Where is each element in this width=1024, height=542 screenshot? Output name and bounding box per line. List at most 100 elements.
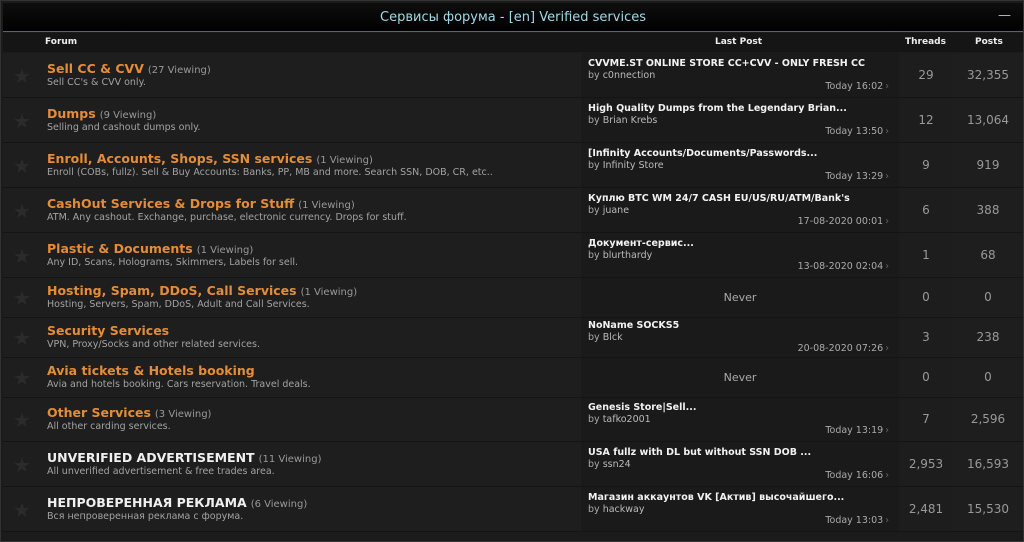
thread-count: 6 [922,202,930,217]
thread-count: 7 [922,412,930,426]
go-to-last-post-arrow-icon[interactable]: › [885,515,889,526]
last-post-author: by hackway [588,504,644,515]
forum-row: ★ Security Services VPN, Proxy/Socks and… [3,318,1023,358]
last-post-title-link[interactable]: NoName SOCKS5 [588,320,679,331]
by-label: by [588,114,603,126]
last-post-title-link[interactable]: Genesis Store|Sell... [588,402,696,413]
last-post-title-link[interactable]: [Infinity Accounts/Documents/Passwords..… [588,148,817,159]
last-post-author: by Blck [588,332,623,343]
forum-title-link[interactable]: Avia tickets & Hotels booking [47,363,255,378]
forum-title[interactable]: Other Services [47,405,151,420]
forum-title[interactable]: НЕПРОВЕРЕННАЯ РЕКЛАМА [47,495,247,510]
by-label: by [588,503,603,515]
by-label: by [588,332,603,343]
by-label: by [588,458,603,470]
last-post-time: Today 13:29 › [825,171,889,182]
forum-title-link[interactable]: Hosting, Spam, DDoS, Call Services (1 Vie… [47,283,357,298]
last-post-user-link[interactable]: ssn24 [603,459,631,470]
go-to-last-post-arrow-icon[interactable]: › [885,261,889,272]
viewing-count: (1 Viewing) [196,244,254,256]
forum-title[interactable]: Dumps [47,106,96,121]
col-threads: Threads [905,37,946,47]
last-post-title-link[interactable]: USA fullz with DL but without SSN DOB ..… [588,447,811,458]
forum-title[interactable]: Hosting, Spam, DDoS, Call Services [47,283,297,298]
last-post-user-link[interactable]: blurthardy [603,250,653,261]
last-post-user-link[interactable]: Blck [603,332,623,343]
forum-row: ★ Enroll, Accounts, Shops, SSN services (… [3,143,1023,188]
column-headers: Forum Last Post Threads Posts [3,33,1023,52]
thread-count: 0 [922,370,930,384]
last-post-title-link[interactable]: Магазин аккаунтов VK [Актив] высочайшего… [588,492,844,503]
forum-title-link[interactable]: Sell CC & CVV (27 Viewing) [47,61,211,76]
forum-row: ★ Hosting, Spam, DDoS, Call Services (1 V… [3,278,1023,318]
last-post-time: Today 13:50 › [825,126,889,137]
last-post-title-link[interactable]: Документ-сервис... [588,238,694,249]
go-to-last-post-arrow-icon[interactable]: › [885,126,889,137]
forum-status-star-icon: ★ [13,408,31,432]
last-post-never: Never [723,371,757,384]
forum-title-link[interactable]: НЕПРОВЕРЕННАЯ РЕКЛАМА (6 Viewing) [47,495,307,510]
forum-title[interactable]: Enroll, Accounts, Shops, SSN services [47,151,312,166]
forum-title-link[interactable]: UNVERIFIED ADVERTISEMENT (11 Viewing) [47,450,321,465]
forum-title[interactable]: Plastic & Documents [47,241,193,256]
last-post-timestamp: Today 13:29 [825,170,884,182]
last-post-title-link[interactable]: High Quality Dumps from the Legendary Br… [588,103,847,114]
last-post-user-link[interactable]: Infinity Store [603,160,664,171]
forum-description: All unverified advertisement & free trad… [47,465,275,477]
post-count: 2,596 [970,412,1006,426]
viewing-count: (9 Viewing) [99,109,157,121]
last-post-timestamp: Today 16:02 [825,80,884,92]
forum-title-link[interactable]: Other Services (3 Viewing) [47,405,211,420]
go-to-last-post-arrow-icon[interactable]: › [885,425,889,436]
forum-status-star-icon: ★ [13,286,31,310]
forum-description: Sell CC's & CVV only. [47,76,146,88]
last-post-user-link[interactable]: c0nnection [603,70,656,81]
last-post-user-link[interactable]: juane [603,205,629,216]
post-count: 0 [984,290,992,304]
forum-title-link[interactable]: CashOut Services & Drops for Stuff (1 Vie… [47,196,355,211]
collapse-icon[interactable]: — [998,8,1011,23]
forum-title[interactable]: CashOut Services & Drops for Stuff [47,196,294,211]
post-count: 0 [984,370,992,384]
last-post-title-link[interactable]: Куплю BTC WM 24/7 CASH EU/US/RU/ATM/Bank… [588,193,850,204]
forum-description: Hosting, Servers, Spam, DDoS, Adult and … [47,299,310,310]
forum-row: ★ Dumps (9 Viewing) Selling and cashout d… [3,98,1023,143]
forum-title-link[interactable]: Plastic & Documents (1 Viewing) [47,241,253,256]
viewing-count: (6 Viewing) [250,498,308,510]
section-title[interactable]: Сервисы форума - [en] Verified services [380,10,646,25]
forum-status-star-icon: ★ [13,366,31,390]
forum-title[interactable]: Sell CC & CVV [47,61,144,76]
forum-title[interactable]: Security Services [47,323,169,338]
last-post-title-link[interactable]: CVVME.ST ONLINE STORE CC+CVV - ONLY FRES… [588,58,865,69]
last-post-author: by tafko2001 [588,414,651,425]
viewing-count: (11 Viewing) [258,453,322,465]
forum-description: Selling and cashout dumps only. [47,121,201,133]
forum-row: ★ Plastic & Documents (1 Viewing) Any ID,… [3,233,1023,278]
post-count: 68 [980,247,996,262]
post-count: 16,593 [967,456,1009,471]
go-to-last-post-arrow-icon[interactable]: › [885,81,889,92]
last-post-user-link[interactable]: tafko2001 [603,414,651,425]
last-post-author: by Infinity Store [588,160,664,171]
last-post-time: Today 13:03 › [825,515,889,526]
last-post-user-link[interactable]: hackway [603,504,645,515]
forum-title[interactable]: Avia tickets & Hotels booking [47,363,255,378]
last-post-user-link[interactable]: Brian Krebs [603,115,658,126]
go-to-last-post-arrow-icon[interactable]: › [885,343,889,354]
forum-title-link[interactable]: Security Services [47,323,169,338]
go-to-last-post-arrow-icon[interactable]: › [885,171,889,182]
post-count: 238 [976,330,1000,344]
forum-status-star-icon: ★ [13,452,31,477]
forum-row: ★ Other Services (3 Viewing) All other ca… [3,398,1023,442]
forum-title[interactable]: UNVERIFIED ADVERTISEMENT [47,450,255,465]
viewing-count: (27 Viewing) [147,64,211,76]
viewing-count: (1 Viewing) [298,199,355,211]
last-post-timestamp: 13-08-2020 02:04 [797,260,884,272]
forum-title-link[interactable]: Dumps (9 Viewing) [47,106,156,121]
forum-title-link[interactable]: Enroll, Accounts, Shops, SSN services (1 … [47,151,373,166]
last-post-time: Today 16:02 › [825,81,889,92]
post-count: 13,064 [967,112,1009,127]
go-to-last-post-arrow-icon[interactable]: › [885,470,889,481]
go-to-last-post-arrow-icon[interactable]: › [885,216,889,227]
thread-count: 12 [918,112,934,127]
